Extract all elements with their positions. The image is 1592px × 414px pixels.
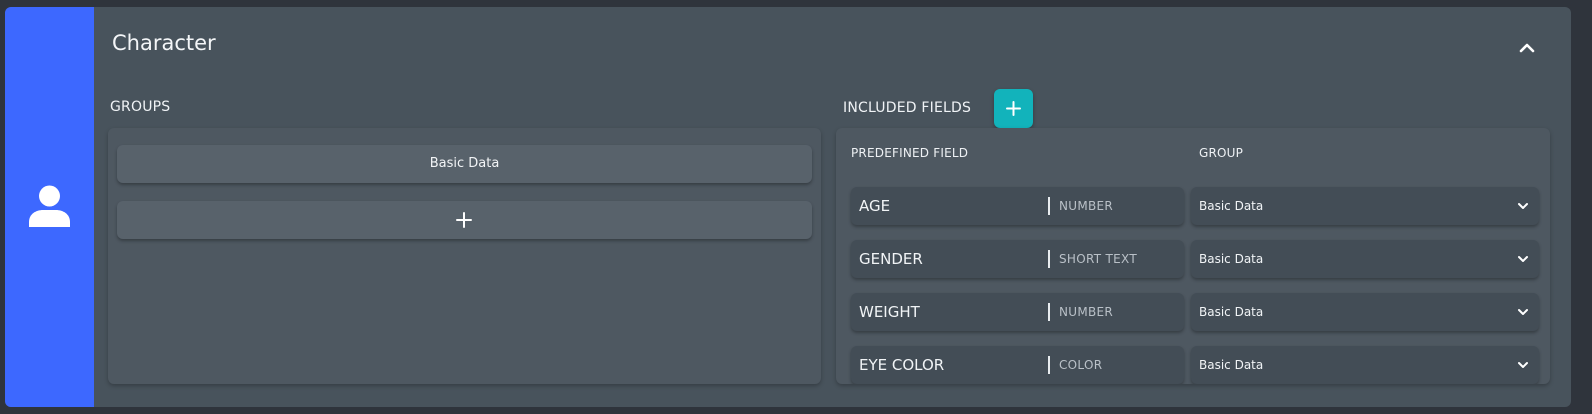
group-select[interactable]: Basic Data — [1191, 346, 1539, 384]
group-select-value: Basic Data — [1199, 199, 1264, 213]
add-field-button[interactable] — [994, 89, 1033, 128]
chevron-down-icon — [1518, 362, 1528, 368]
group-item-basic-data[interactable]: Basic Data — [117, 145, 812, 183]
group-select-value: Basic Data — [1199, 358, 1264, 372]
chevron-down-icon — [1518, 203, 1528, 209]
field-name: WEIGHT — [859, 303, 920, 321]
group-column-header: GROUP — [1199, 146, 1244, 160]
field-name: EYE COLOR — [859, 356, 945, 374]
group-select-value: Basic Data — [1199, 305, 1264, 319]
field-eye-color[interactable]: EYE COLOR COLOR — [851, 346, 1184, 384]
field-type: NUMBER — [1059, 199, 1114, 213]
character-card: Character GROUPS INCLUDED FIELDS Basic D… — [5, 7, 1571, 407]
field-row: GENDER SHORT TEXT Basic Data — [851, 240, 1550, 280]
field-type: SHORT TEXT — [1059, 252, 1137, 266]
group-select[interactable]: Basic Data — [1191, 187, 1539, 225]
group-select-value: Basic Data — [1199, 252, 1264, 266]
included-fields-panel: PREDEFINED FIELD GROUP AGE NUMBER Basic … — [836, 128, 1550, 384]
chevron-up-icon[interactable] — [1516, 37, 1538, 59]
field-type: NUMBER — [1059, 305, 1114, 319]
field-row: AGE NUMBER Basic Data — [851, 187, 1550, 227]
field-divider — [1048, 303, 1050, 321]
add-group-button[interactable] — [117, 201, 812, 239]
groups-panel: Basic Data — [108, 128, 821, 384]
predefined-field-column-header: PREDEFINED FIELD — [851, 146, 969, 160]
group-select[interactable]: Basic Data — [1191, 293, 1539, 331]
field-name: AGE — [859, 197, 891, 215]
field-name: GENDER — [859, 250, 923, 268]
chevron-down-icon — [1518, 309, 1528, 315]
card-sidebar — [5, 7, 94, 407]
field-divider — [1048, 356, 1050, 374]
field-gender[interactable]: GENDER SHORT TEXT — [851, 240, 1184, 278]
chevron-down-icon — [1518, 256, 1528, 262]
groups-heading: GROUPS — [110, 99, 171, 115]
field-age[interactable]: AGE NUMBER — [851, 187, 1184, 225]
group-select[interactable]: Basic Data — [1191, 240, 1539, 278]
user-icon — [29, 185, 70, 227]
field-row: WEIGHT NUMBER Basic Data — [851, 293, 1550, 333]
card-title: Character — [112, 31, 216, 55]
plus-icon — [456, 212, 472, 228]
field-divider — [1048, 197, 1050, 215]
field-row: EYE COLOR COLOR Basic Data — [851, 346, 1550, 384]
plus-icon — [1006, 101, 1021, 116]
field-type: COLOR — [1059, 358, 1103, 372]
included-fields-heading: INCLUDED FIELDS — [843, 100, 972, 116]
field-weight[interactable]: WEIGHT NUMBER — [851, 293, 1184, 331]
field-divider — [1048, 250, 1050, 268]
